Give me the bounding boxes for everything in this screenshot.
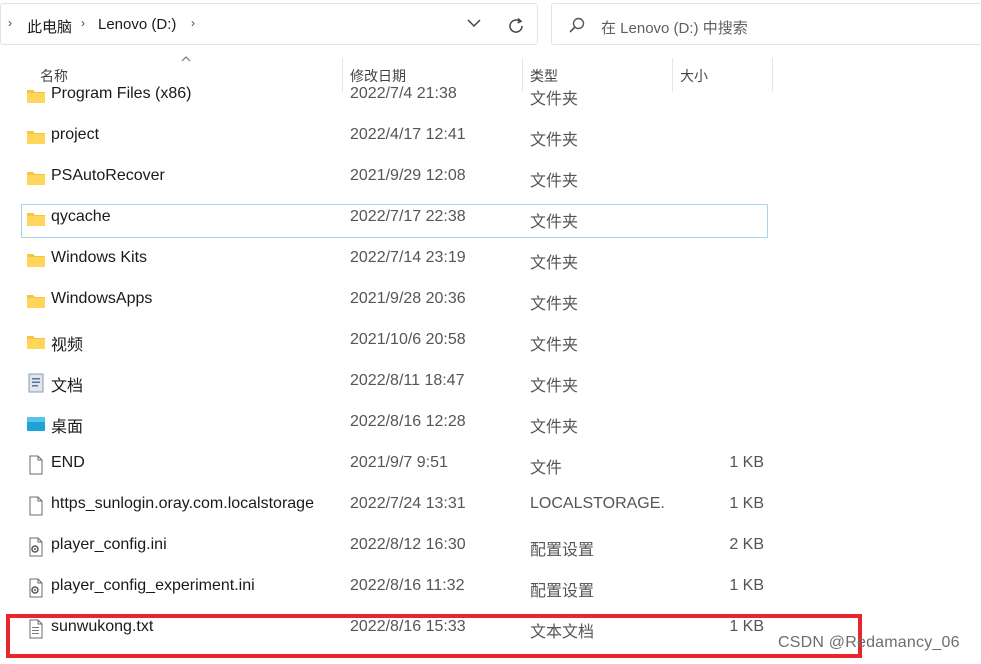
file-type: 文件夹 (530, 296, 579, 313)
file-type: 配置设置 (530, 583, 595, 600)
breadcrumb-this-pc[interactable]: 此电脑 (27, 16, 72, 37)
file-row[interactable]: 视频 2021/10/6 20:58 文件夹 (0, 324, 981, 365)
file-date: 2022/7/14 23:19 (350, 249, 466, 266)
blank-file-icon (26, 496, 46, 516)
file-row[interactable]: PSAutoRecover 2021/9/29 12:08 文件夹 (0, 160, 981, 201)
folder-icon (26, 291, 46, 311)
file-name[interactable]: 桌面 (51, 413, 83, 437)
file-date: 2021/9/28 20:36 (350, 290, 466, 307)
chevron-right-icon[interactable]: › (191, 16, 195, 30)
file-name[interactable]: Program Files (x86) (51, 85, 191, 103)
file-date: 2022/8/12 16:30 (350, 536, 466, 553)
file-name[interactable]: WindowsApps (51, 290, 152, 308)
documents-folder-icon (26, 373, 46, 393)
file-date: 2022/7/4 21:38 (350, 85, 457, 102)
folder-icon (26, 86, 46, 106)
file-size: 2 KB (729, 536, 764, 553)
file-size: 1 KB (729, 577, 764, 594)
file-date: 2022/8/16 12:28 (350, 413, 466, 430)
file-date: 2022/7/24 13:31 (350, 495, 466, 512)
search-icon (569, 17, 585, 33)
file-name[interactable]: 文档 (51, 372, 83, 396)
folder-icon (26, 332, 46, 352)
chevron-right-icon[interactable]: › (81, 16, 85, 30)
file-type: 文件 (530, 460, 563, 477)
file-name[interactable]: 视频 (51, 331, 83, 355)
file-date: 2021/9/7 9:51 (350, 454, 448, 471)
chevron-down-icon[interactable] (465, 14, 483, 32)
file-date: 2021/9/29 12:08 (350, 167, 466, 184)
file-row[interactable]: https_sunlogin.oray.com.localstorage 2022… (0, 488, 981, 529)
file-type: 文件夹 (530, 173, 579, 190)
file-date: 2022/8/11 18:47 (350, 372, 465, 389)
file-row[interactable]: player_config.ini 2022/8/12 16:30 配置设置 2 KB (0, 529, 981, 570)
address-bar[interactable]: › 此电脑 › Lenovo (D:) › (0, 3, 538, 45)
search-placeholder: 在 Lenovo (D:) 中搜索 (601, 20, 748, 37)
watermark: CSDN @Redamancy_06 (778, 634, 960, 651)
file-row[interactable]: END 2021/9/7 9:51 文件 1 KB (0, 447, 981, 488)
file-row[interactable]: project 2022/4/17 12:41 文件夹 (0, 119, 981, 160)
chevron-right-icon: › (8, 16, 12, 30)
highlight-annotation-box (6, 614, 862, 658)
file-date: 2022/4/17 12:41 (350, 126, 466, 143)
file-date: 2022/8/16 11:32 (350, 577, 465, 594)
file-row[interactable]: 桌面 2022/8/16 12:28 文件夹 (0, 406, 981, 447)
blank-file-icon (26, 455, 46, 475)
desktop-folder-icon (26, 414, 46, 434)
search-box[interactable]: 在 Lenovo (D:) 中搜索 (551, 3, 981, 45)
file-type: 文件夹 (530, 132, 579, 149)
file-type: 文件夹 (530, 419, 579, 436)
file-row[interactable]: player_config_experiment.ini 2022/8/16 11… (0, 570, 981, 611)
settings-file-icon (26, 537, 46, 557)
folder-icon (26, 127, 46, 147)
folder-icon (26, 250, 46, 270)
file-name[interactable]: Windows Kits (51, 249, 147, 267)
file-name[interactable]: PSAutoRecover (51, 167, 165, 185)
breadcrumb-drive[interactable]: Lenovo (D:) (98, 16, 176, 33)
file-type: 配置设置 (530, 542, 595, 559)
settings-file-icon (26, 578, 46, 598)
file-type: 文件夹 (530, 378, 579, 395)
file-row[interactable]: WindowsApps 2021/9/28 20:36 文件夹 (0, 283, 981, 324)
file-name[interactable]: https_sunlogin.oray.com.localstorage (51, 495, 314, 513)
file-type: 文件夹 (530, 255, 579, 272)
refresh-icon[interactable] (506, 16, 526, 36)
file-type: 文件夹 (530, 91, 579, 108)
row-focus-outline (21, 204, 768, 238)
file-row[interactable]: 文档 2022/8/11 18:47 文件夹 (0, 365, 981, 406)
file-name[interactable]: project (51, 126, 99, 144)
file-name[interactable]: END (51, 454, 85, 472)
file-size: 1 KB (729, 454, 764, 471)
file-date: 2021/10/6 20:58 (350, 331, 466, 348)
file-type: 文件夹 (530, 337, 579, 354)
file-name[interactable]: player_config_experiment.ini (51, 577, 255, 595)
file-row[interactable]: Windows Kits 2022/7/14 23:19 文件夹 (0, 242, 981, 283)
folder-icon (26, 168, 46, 188)
file-name[interactable]: player_config.ini (51, 536, 167, 554)
file-row[interactable]: Program Files (x86) 2022/7/4 21:38 文件夹 (0, 78, 981, 119)
file-type: LOCALSTORAGE... (530, 495, 666, 512)
file-size: 1 KB (729, 495, 764, 512)
